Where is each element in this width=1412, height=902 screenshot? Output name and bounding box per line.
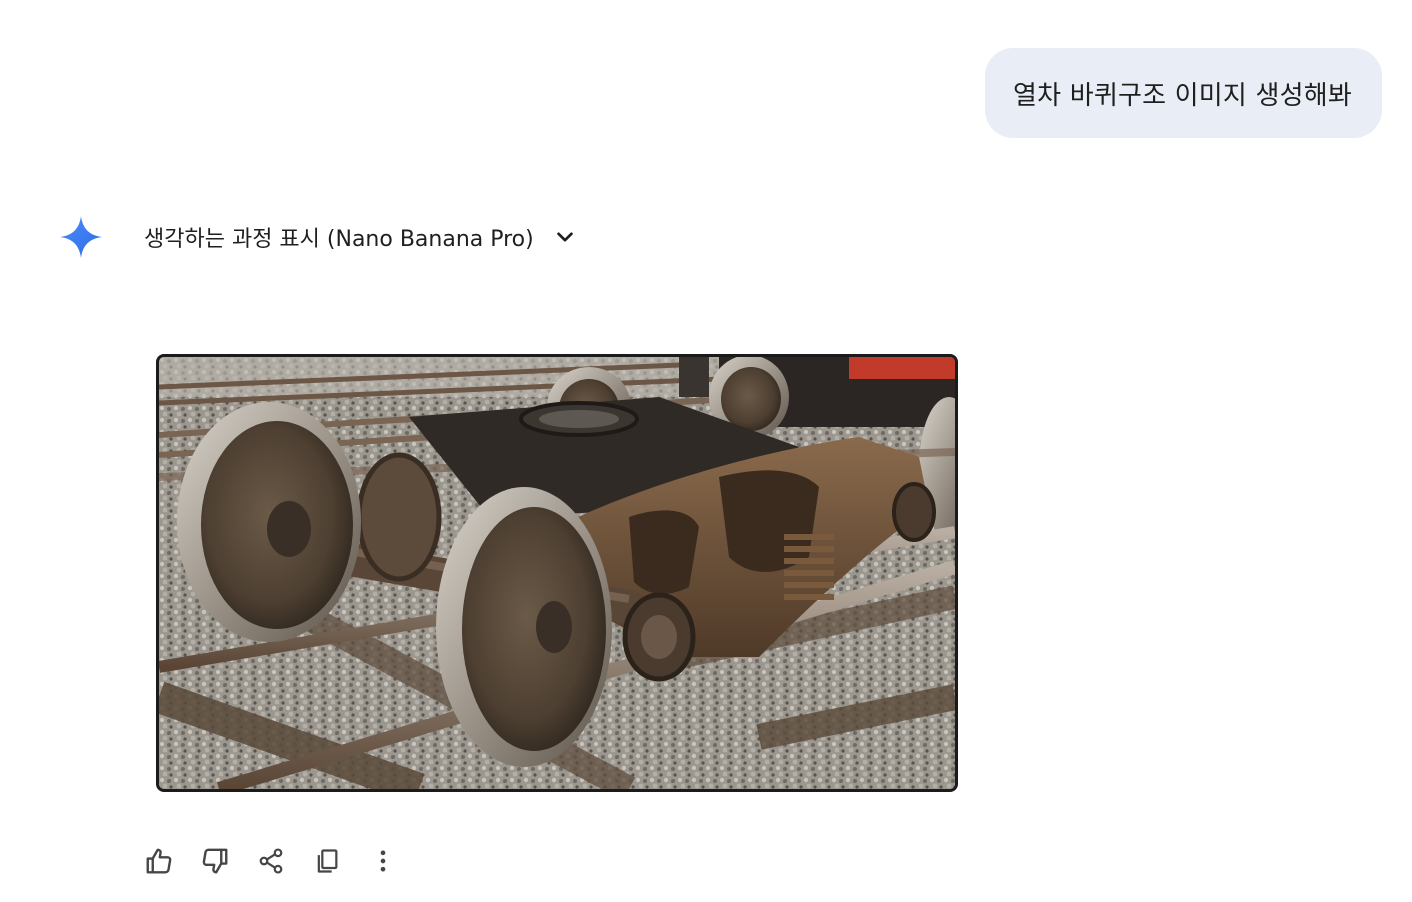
more-vert-icon[interactable] [364, 842, 402, 880]
gemini-sparkle-icon [58, 214, 104, 260]
thumbs-down-icon[interactable] [196, 842, 234, 880]
show-thinking-toggle[interactable]: 생각하는 과정 표시 (Nano Banana Pro) [144, 221, 578, 253]
thinking-label: 생각하는 과정 표시 (Nano Banana Pro) [144, 227, 534, 252]
chevron-down-icon [552, 224, 578, 250]
generated-image[interactable] [156, 354, 958, 792]
user-message-bubble: 열차 바퀴구조 이미지 생성해봐 [985, 48, 1382, 138]
user-message-text: 열차 바퀴구조 이미지 생성해봐 [1013, 80, 1352, 111]
response-header: 생각하는 과정 표시 (Nano Banana Pro) [58, 214, 578, 260]
response-actions [140, 842, 420, 880]
share-icon[interactable] [252, 842, 290, 880]
copy-icon[interactable] [308, 842, 346, 880]
thumbs-up-icon[interactable] [140, 842, 178, 880]
